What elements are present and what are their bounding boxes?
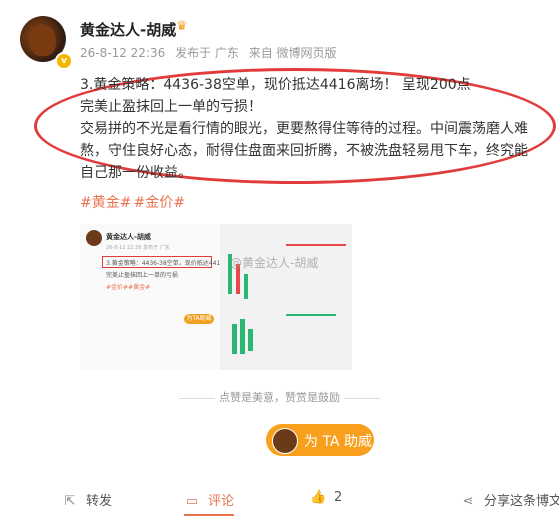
repost-icon: ⇱ xyxy=(64,494,76,509)
post-line: 自己那一份收益。 xyxy=(80,165,192,181)
mini-avatar xyxy=(86,230,102,246)
post-meta: 26-8-12 22:36 发布于 广东 来自 微博网页版 xyxy=(80,44,343,61)
candle xyxy=(248,329,253,351)
encourage-text: 点赞是美意，赞赏是鼓励 xyxy=(0,389,559,405)
mini-author-name: 黄金达人-胡威 xyxy=(106,233,151,241)
support-avatar xyxy=(272,428,298,454)
like-button[interactable]: 👍 2 xyxy=(310,490,342,505)
repost-button[interactable]: ⇱ 转发 xyxy=(62,490,112,509)
share-label: 分享这条博文 xyxy=(484,494,559,509)
image-screenshot-panel: 黄金达人-胡威 26-8-12 22:36 发布于 广东 3.黄金策略：4436… xyxy=(80,224,236,370)
post-line: 熬，守住良好心态，耐得住盘面来回折腾，不被洗盘轻易甩下车，终究能 xyxy=(80,143,528,159)
verified-badge-icon: v xyxy=(55,52,73,70)
post-location: 发布于 广东 xyxy=(175,46,239,60)
crown-icon: ♛ xyxy=(176,19,188,34)
image-watermark: @黄金达人-胡威 xyxy=(230,256,319,270)
share-button[interactable]: ⋖ 分享这条博文 xyxy=(460,490,559,509)
mini-support-button: 为TA助威 xyxy=(184,314,214,324)
tag-gold-price[interactable]: #金价# xyxy=(133,195,184,211)
mini-line: 3.黄金策略：4436-38空单，现价抵达4416离场 xyxy=(106,260,237,267)
support-button[interactable]: 为 TA 助威 xyxy=(266,424,374,456)
like-count: 2 xyxy=(334,490,343,505)
candle xyxy=(244,274,248,299)
encourage-label: 点赞是美意，赞赏是鼓励 xyxy=(219,391,340,404)
comment-button[interactable]: ▭ 评论 xyxy=(184,490,235,516)
comment-icon: ▭ xyxy=(185,494,199,509)
share-icon: ⋖ xyxy=(462,494,474,509)
author-name[interactable]: 黄金达人-胡威 xyxy=(80,19,176,40)
thumbs-up-icon: 👍 xyxy=(310,490,327,505)
image-chart-panel xyxy=(220,224,352,370)
post-source: 来自 微博网页版 xyxy=(248,46,337,60)
candle xyxy=(232,324,237,354)
post-tags: #黄金# #金价# xyxy=(80,192,187,212)
action-bar: ⇱ 转发 ▭ 评论 👍 2 ⋖ 分享这条博文 xyxy=(0,490,559,516)
comment-label: 评论 xyxy=(208,494,235,509)
candle xyxy=(240,319,245,354)
repost-label: 转发 xyxy=(86,494,113,509)
price-line xyxy=(286,244,346,246)
post-line: 3.黄金策略：4436-38空单，现价抵达4416离场！ 呈现200点 xyxy=(80,77,471,93)
tag-gold[interactable]: #黄金# xyxy=(80,195,131,211)
mini-meta: 26-8-12 22:36 发布于 广东 xyxy=(106,245,170,251)
post-line: 交易拼的不光是看行情的眼光，更要熬得住等待的过程。中间震荡磨人难 xyxy=(80,121,528,137)
support-button-label: 为 TA 助威 xyxy=(304,434,372,450)
post-time[interactable]: 26-8-12 22:36 xyxy=(80,46,165,60)
post-text: 3.黄金策略：4436-38空单，现价抵达4416离场！ 呈现200点 完美止盈… xyxy=(80,74,559,184)
price-line xyxy=(286,314,336,316)
post-image[interactable]: 黄金达人-胡威 26-8-12 22:36 发布于 广东 3.黄金策略：4436… xyxy=(80,224,352,370)
mini-line: 完美止盈抹回上一单的亏损 xyxy=(106,272,179,279)
post-line: 完美止盈抹回上一单的亏损！ xyxy=(80,99,262,115)
mini-tags: #金价##黄金# xyxy=(106,284,151,291)
